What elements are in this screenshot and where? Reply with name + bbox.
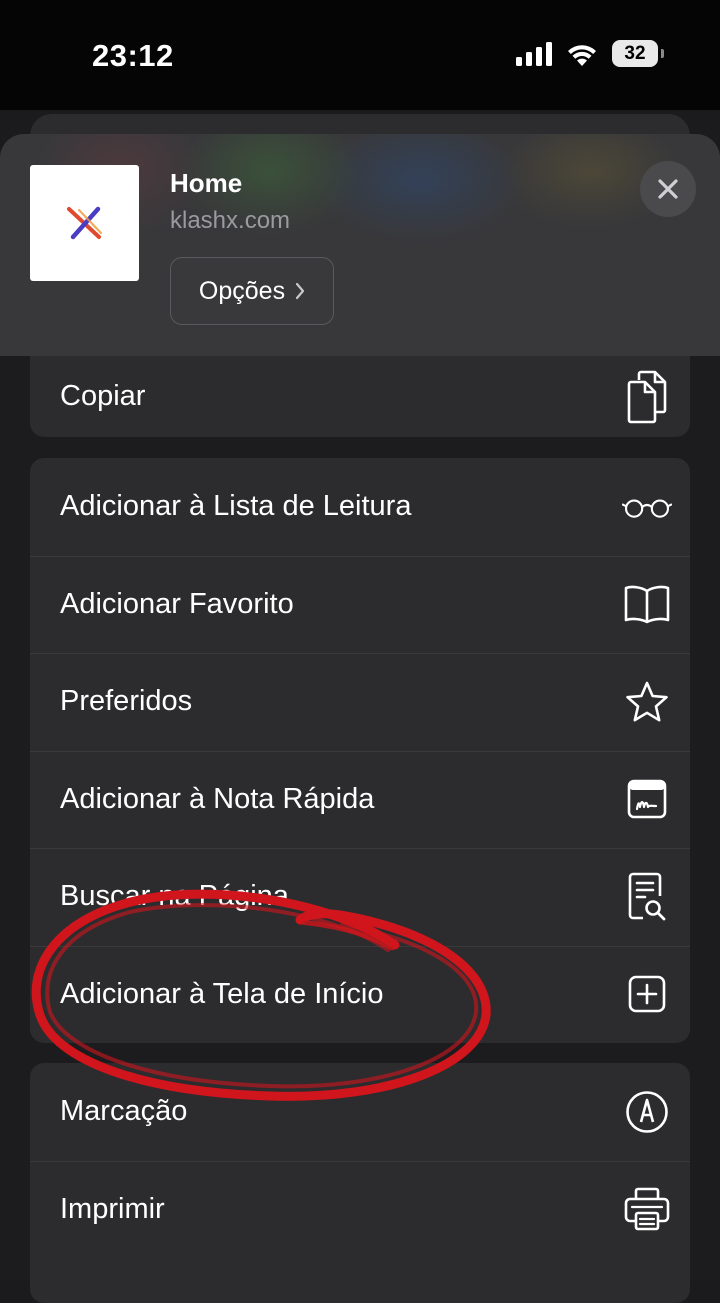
action-group-copy: Copiar [30, 356, 690, 437]
action-label: Copiar [60, 380, 146, 412]
action-add-reading-list[interactable]: Adicionar à Lista de Leitura [30, 458, 690, 556]
action-label: Adicionar à Nota Rápida [60, 782, 375, 815]
close-button[interactable] [640, 161, 696, 217]
battery-icon: 32 [612, 40, 664, 67]
print-icon [622, 1184, 672, 1234]
star-icon [622, 677, 672, 727]
action-markup[interactable]: Marcação [30, 1063, 690, 1161]
options-button[interactable]: Opções [170, 257, 334, 325]
options-label: Opções [198, 276, 286, 305]
action-favorites[interactable]: Preferidos [30, 653, 690, 751]
battery-level: 32 [624, 42, 646, 64]
action-label: Adicionar à Tela de Início [60, 977, 384, 1010]
add-square-icon [622, 969, 672, 1019]
signal-icon [516, 41, 552, 66]
action-label: Preferidos [60, 685, 193, 718]
status-time: 23:12 [92, 38, 174, 73]
chevron-right-icon [295, 282, 305, 300]
copy-icon [622, 370, 672, 423]
status-bar: 23:12 32 [0, 0, 720, 110]
book-icon [622, 579, 672, 629]
find-in-page-icon [622, 872, 672, 922]
action-group-page: Adicionar à Lista de Leitura Adicionar F… [30, 458, 690, 1043]
action-find-in-page[interactable]: Buscar na Página [30, 848, 690, 946]
status-icons: 32 [516, 40, 664, 67]
close-icon [658, 179, 678, 199]
wifi-icon [568, 44, 596, 66]
klashx-logo-icon [66, 206, 102, 240]
action-print[interactable]: Imprimir [30, 1160, 690, 1259]
action-label: Marcação [60, 1095, 188, 1128]
action-add-to-home-screen[interactable]: Adicionar à Tela de Início [30, 945, 690, 1044]
glasses-icon [622, 482, 672, 532]
site-url: klashx.com [170, 207, 291, 234]
action-label: Buscar na Página [60, 880, 289, 913]
action-label: Adicionar à Lista de Leitura [60, 490, 412, 523]
action-group-extra: Marcação Imprimir [30, 1063, 690, 1303]
action-label: Adicionar Favorito [60, 587, 294, 620]
action-add-quick-note[interactable]: Adicionar à Nota Rápida [30, 750, 690, 849]
site-title: Home [170, 168, 243, 198]
site-favicon [30, 165, 139, 281]
markup-icon [622, 1087, 672, 1137]
action-add-bookmark[interactable]: Adicionar Favorito [30, 555, 690, 654]
action-label: Imprimir [60, 1192, 165, 1225]
action-copy[interactable]: Copiar [30, 356, 690, 437]
quick-note-icon [622, 774, 672, 824]
